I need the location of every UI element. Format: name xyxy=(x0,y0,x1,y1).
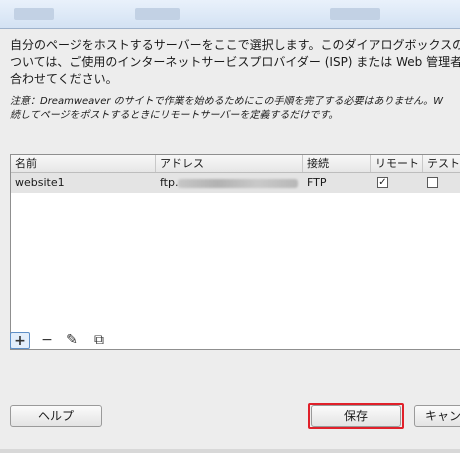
header-remote[interactable]: リモート xyxy=(371,155,423,172)
note-line-1: 注意：Dreamweaver のサイトで作業を始めるためにこの手順を完了する必要… xyxy=(10,96,444,107)
remove-server-button[interactable]: − xyxy=(37,332,57,349)
row-name: website1 xyxy=(15,176,65,189)
row-address-prefix: ftp. xyxy=(160,176,179,189)
intro-text: 自分のページをホストするサーバーをここで選択します。このダイアログボックスの設 … xyxy=(10,37,460,88)
save-highlight-box xyxy=(308,403,404,429)
header-connection[interactable]: 接続 xyxy=(303,155,371,172)
server-list[interactable]: 名前 アドレス 接続 リモート テスト website1 ftp. FTP ✓ xyxy=(10,154,460,350)
intro-line-1: 自分のページをホストするサーバーをここで選択します。このダイアログボックスの設 xyxy=(10,38,460,52)
row-connection: FTP xyxy=(307,176,327,189)
remote-checkbox[interactable]: ✓ xyxy=(377,177,388,188)
title-tab-3[interactable] xyxy=(330,8,380,20)
edit-server-button[interactable]: ✎ xyxy=(62,332,82,349)
cancel-button[interactable]: キャン xyxy=(414,405,460,427)
intro-line-2: ついては、ご使用のインターネットサービスプロバイダー (ISP) または Web… xyxy=(10,55,460,69)
note-line-2: 続してページをポストするときにリモートサーバーを定義するだけです。 xyxy=(10,110,339,121)
server-list-header: 名前 アドレス 接続 リモート テスト xyxy=(11,155,460,173)
note-text: 注意：Dreamweaver のサイトで作業を始めるためにこの手順を完了する必要… xyxy=(10,95,460,123)
header-address[interactable]: アドレス xyxy=(156,155,303,172)
test-checkbox[interactable] xyxy=(427,177,438,188)
row-address: ftp. xyxy=(156,173,303,193)
duplicate-server-button[interactable]: ⧉ xyxy=(89,332,109,349)
redacted-address xyxy=(178,178,299,188)
title-tab-2[interactable] xyxy=(135,8,180,20)
table-row[interactable]: website1 ftp. FTP ✓ xyxy=(11,173,460,193)
title-tab-1[interactable] xyxy=(14,8,54,20)
help-button[interactable]: ヘルプ xyxy=(10,405,102,427)
intro-line-3: 合わせてください。 xyxy=(10,72,118,86)
header-name[interactable]: 名前 xyxy=(11,155,156,172)
dialog-title-bar xyxy=(0,0,460,29)
header-test[interactable]: テスト xyxy=(423,155,460,172)
add-server-button[interactable]: + xyxy=(10,332,30,349)
server-toolbar: + − ✎ ⧉ xyxy=(10,332,140,350)
dialog-bottom-edge xyxy=(0,449,460,453)
